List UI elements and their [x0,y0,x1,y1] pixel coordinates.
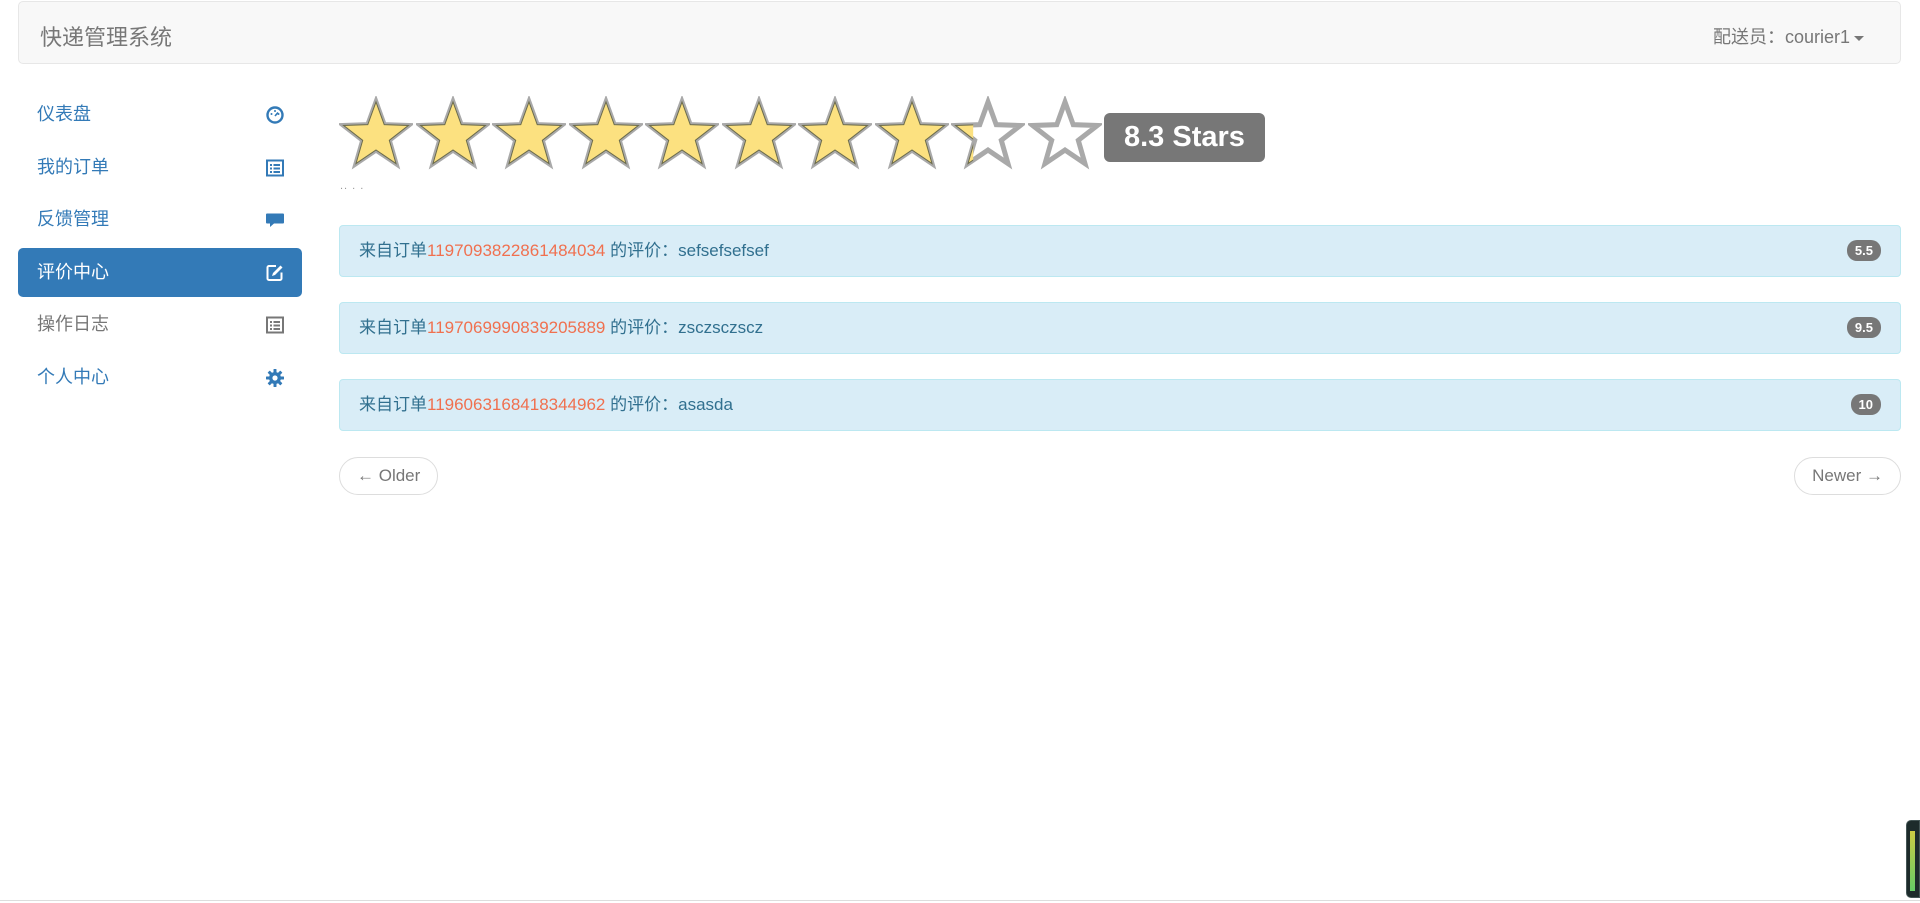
review-item[interactable]: 来自订单1197093822861484034 的评价：sefsefsefsef… [339,225,1901,277]
caret-down-icon [1854,35,1864,41]
sidebar-item-my-orders[interactable]: 我的订单 [18,143,302,192]
sidebar-item-dashboard[interactable]: 仪表盘 [18,90,302,139]
star-rating: 8.3 Stars [339,96,1901,176]
review-prefix: 来自订单 [359,395,427,414]
review-mid: 的评价： [605,318,679,337]
star-icon [951,96,1025,170]
brand-title[interactable]: 快递管理系统 [40,20,172,52]
review-order-id: 1196063168418344962 [427,395,606,414]
star-icon [721,96,796,170]
star-icon [339,96,413,170]
older-button[interactable]: ← Older [339,457,439,495]
star-icon [492,96,566,170]
top-navbar: 快递管理系统 配送员：courier1 [18,1,1901,64]
edit-icon [266,264,283,281]
review-mid: 的评价： [605,241,679,260]
newer-button[interactable]: Newer → [1794,457,1901,495]
sidebar-item-label: 仪表盘 [37,104,91,124]
star-icon [415,96,490,170]
review-order-id: 1197093822861484034 [427,241,606,260]
comment-icon [266,213,284,227]
dashboard-icon [266,106,284,124]
review-prefix: 来自订单 [359,241,427,260]
review-mid: 的评价： [605,395,679,414]
sidebar-item-label: 评价中心 [37,261,109,282]
review-item[interactable]: 来自订单1197069990839205889 的评价：zsczsczscz 9… [339,302,1901,354]
review-list: 来自订单1197093822861484034 的评价：sefsefsefsef… [339,225,1901,456]
sidebar: 仪表盘 我的订单 反馈管理 评价中心 操作日志 个人中心 [18,90,302,405]
sidebar-item-operation-log[interactable]: 操作日志 [18,300,302,349]
user-label: 配送员：courier1 [1712,27,1850,47]
sidebar-item-feedback[interactable]: 反馈管理 [18,195,302,244]
rating-badge: 8.3 Stars [1104,113,1265,162]
sidebar-item-rating-center[interactable]: 评价中心 [18,247,302,297]
sidebar-item-profile[interactable]: 个人中心 [18,353,302,402]
sidebar-item-label: 我的订单 [37,156,109,177]
gear-icon [266,368,284,387]
bottom-divider [0,900,1920,901]
review-text: sefsefsefsef [678,241,769,260]
sidebar-item-label: 反馈管理 [37,209,109,229]
star-icon [645,96,719,170]
review-prefix: 来自订单 [359,318,427,337]
star-icon [568,96,643,170]
list-icon [266,316,284,334]
review-item[interactable]: 来自订单1196063168418344962 的评价：asasda 10 [339,379,1901,431]
volume-meter-bar [1910,831,1915,891]
star-icon [798,96,872,170]
rating-caption: .. . . [340,180,365,192]
sidebar-item-label: 操作日志 [37,314,109,334]
review-text: asasda [678,395,733,414]
review-score-badge: 5.5 [1846,240,1881,261]
review-text: zsczsczscz [678,318,764,337]
user-dropdown[interactable]: 配送员：courier1 [1713,23,1864,49]
sidebar-item-label: 个人中心 [37,366,109,387]
review-score-badge: 9.5 [1846,317,1881,338]
list-alt-icon [266,159,284,176]
review-order-id: 1197069990839205889 [427,318,606,337]
star-icon [874,96,949,170]
volume-meter-widget[interactable] [1906,820,1920,898]
review-score-badge: 10 [1850,394,1881,415]
main-content: 8.3 Stars .. . . 来自订单1197093822861484034… [339,96,1901,495]
star-icon [1027,96,1102,170]
